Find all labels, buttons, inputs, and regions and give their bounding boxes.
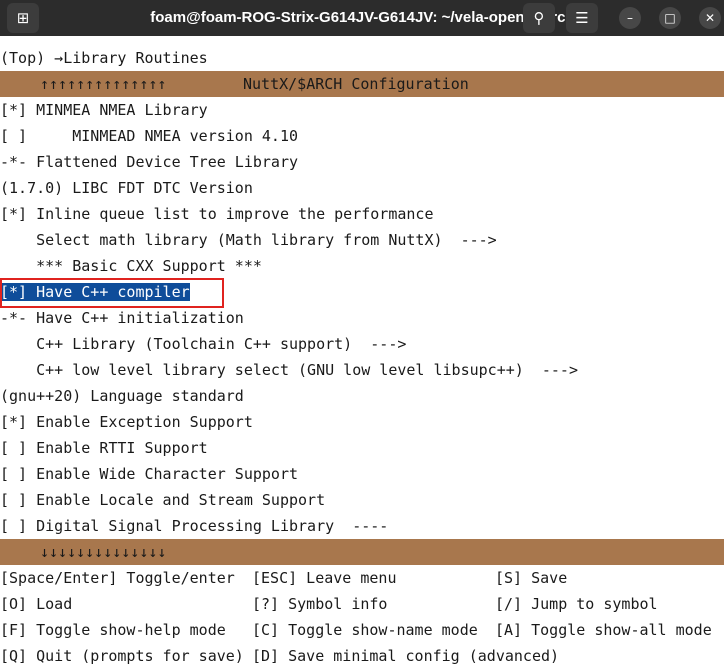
- menu-item-fdt-library[interactable]: -*- Flattened Device Tree Library: [0, 149, 298, 175]
- breadcrumb: (Top) →Library Routines: [0, 49, 208, 67]
- menu-item-locale-stream[interactable]: [ ] Enable Locale and Stream Support: [0, 487, 325, 513]
- close-icon[interactable]: ✕: [699, 7, 721, 29]
- help-save: [S] Save: [495, 569, 568, 587]
- help-jump-to-symbol: [/] Jump to symbol: [495, 595, 658, 613]
- help-load: [O] Load: [0, 595, 73, 613]
- config-title: NuttX/$ARCH Configuration: [243, 75, 469, 93]
- window-title: foam@foam-ROG-Strix-G614JV-G614JV: ~/vel…: [150, 9, 574, 26]
- footer-bar: ↓↓↓↓↓↓↓↓↓↓↓↓↓↓: [0, 539, 724, 565]
- menu-item-language-standard[interactable]: (gnu++20) Language standard: [0, 383, 244, 409]
- menu-item-exception-support[interactable]: [*] Enable Exception Support: [0, 409, 253, 435]
- menu-item-math-library[interactable]: Select math library (Math library from N…: [0, 227, 497, 253]
- hamburger-menu-icon[interactable]: ☰: [566, 3, 598, 33]
- minimize-icon[interactable]: –: [619, 7, 641, 29]
- help-symbol-info: [?] Symbol info: [252, 595, 388, 613]
- menu-item-dsp-library[interactable]: [ ] Digital Signal Processing Library --…: [0, 513, 388, 539]
- menu-item-fdt-dtc-version[interactable]: (1.7.0) LIBC FDT DTC Version: [0, 175, 253, 201]
- menu-item-cxx-initialization[interactable]: -*- Have C++ initialization: [0, 305, 244, 331]
- maximize-icon[interactable]: □: [659, 7, 681, 29]
- menu-item-wide-character[interactable]: [ ] Enable Wide Character Support: [0, 461, 298, 487]
- annotation-highlight-box: [0, 278, 224, 308]
- scroll-down-indicator: ↓↓↓↓↓↓↓↓↓↓↓↓↓↓: [40, 543, 167, 561]
- header-bar: ↑↑↑↑↑↑↑↑↑↑↑↑↑↑ NuttX/$ARCH Configuration: [0, 71, 724, 97]
- terminal[interactable]: (Top) →Library Routines ↑↑↑↑↑↑↑↑↑↑↑↑↑↑ N…: [0, 36, 724, 669]
- menu-item-cxx-library[interactable]: C++ Library (Toolchain C++ support) --->: [0, 331, 406, 357]
- help-toggle-enter: [Space/Enter] Toggle/enter: [0, 569, 235, 587]
- help-show-help-mode: [F] Toggle show-help mode: [0, 621, 226, 639]
- menu-item-minmea[interactable]: [*] MINMEA NMEA Library: [0, 97, 208, 123]
- search-icon[interactable]: ⚲: [523, 3, 555, 33]
- menu-section-cxx-support: *** Basic CXX Support ***: [0, 257, 262, 275]
- menu-item-inline-queue[interactable]: [*] Inline queue list to improve the per…: [0, 201, 433, 227]
- help-quit: [Q] Quit (prompts for save): [0, 647, 244, 665]
- menu-item-rtti-support[interactable]: [ ] Enable RTTI Support: [0, 435, 208, 461]
- menu-item-minmead-version[interactable]: [ ] MINMEAD NMEA version 4.10: [0, 123, 298, 149]
- help-leave-menu: [ESC] Leave menu: [252, 569, 397, 587]
- help-show-all-mode: [A] Toggle show-all mode: [495, 621, 712, 639]
- menu-item-cxx-low-level-library[interactable]: C++ low level library select (GNU low le…: [0, 357, 578, 383]
- help-show-name-mode: [C] Toggle show-name mode: [252, 621, 478, 639]
- help-save-minimal-config: [D] Save minimal config (advanced): [252, 647, 560, 665]
- scroll-up-indicator: ↑↑↑↑↑↑↑↑↑↑↑↑↑↑: [40, 75, 167, 93]
- title-bar: ⊞ foam@foam-ROG-Strix-G614JV-G614JV: ~/v…: [0, 0, 724, 36]
